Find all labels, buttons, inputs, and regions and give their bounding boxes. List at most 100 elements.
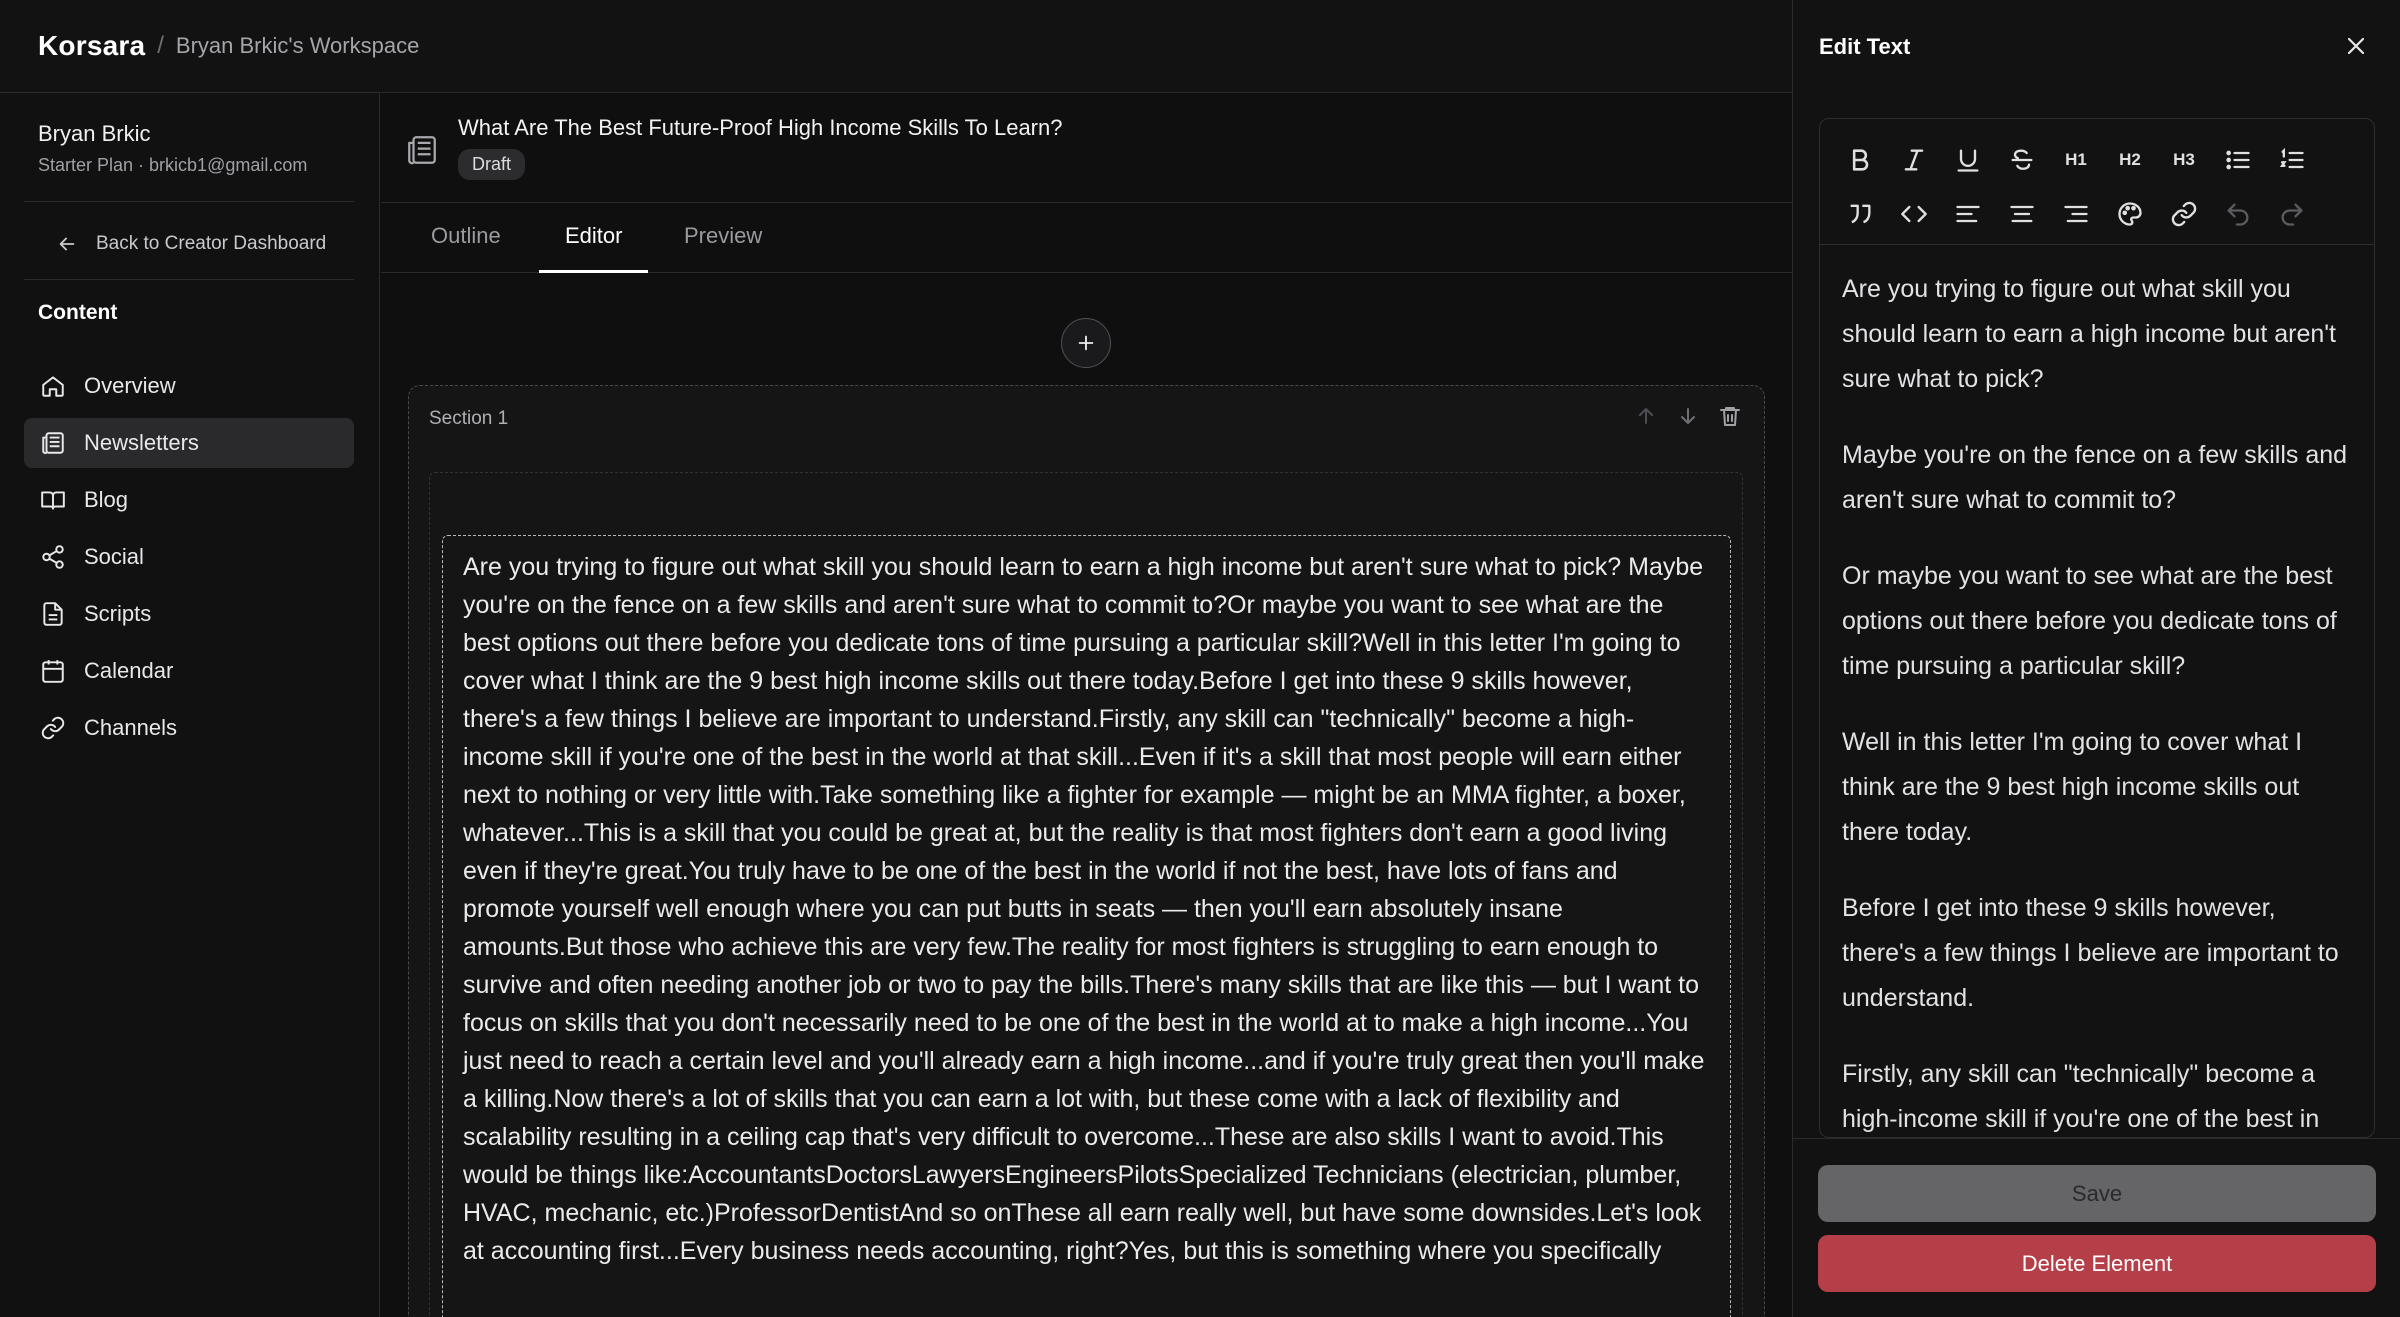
- bold-icon: [1852, 149, 1869, 171]
- align-right-icon: [2064, 205, 2088, 223]
- edit-text-panel: Edit Text H1 H2 H3 Are you trying to fig…: [1792, 0, 2400, 1317]
- heading-2-button[interactable]: H2: [2114, 144, 2146, 176]
- editor-paragraph: Maybe you're on the fence on a few skill…: [1842, 441, 2348, 514]
- underline-icon: [1957, 149, 1979, 172]
- ordered-list-button[interactable]: [2276, 144, 2308, 176]
- code-button[interactable]: [1898, 198, 1930, 230]
- arrow-up-icon: [1639, 408, 1653, 424]
- section-content-area: Are you trying to figure out what skill …: [429, 472, 1743, 1317]
- text-element-content: Are you trying to figure out what skill …: [463, 553, 1705, 1265]
- rich-text-editor: H1 H2 H3 Are you trying to figure out wh…: [1819, 118, 2375, 1138]
- strikethrough-icon: [2011, 149, 2033, 170]
- underline-button[interactable]: [1952, 144, 1984, 176]
- editor-paragraph: Or maybe you want to see what are the be…: [1842, 562, 2337, 680]
- editor-text-area[interactable]: Are you trying to figure out what skill …: [1820, 245, 2374, 1137]
- user-plan-email: Starter Plan · brkicb1@gmail.com: [38, 155, 308, 175]
- formatting-toolbar: H1 H2 H3: [1820, 119, 2374, 245]
- insert-link-button[interactable]: [2168, 198, 2200, 230]
- move-down-button[interactable]: [1676, 404, 1700, 428]
- document-title: What Are The Best Future-Proof High Inco…: [458, 115, 1063, 140]
- sidebar-item-social[interactable]: Social: [24, 532, 354, 582]
- sidebar-item-label: Scripts: [84, 601, 152, 626]
- link-icon: [2171, 201, 2197, 227]
- sidebar: Bryan Brkic Starter Plan · brkicb1@gmail…: [0, 93, 380, 1317]
- heading-1-icon: H1: [2065, 150, 2087, 169]
- text-element-selected[interactable]: Are you trying to figure out what skill …: [442, 535, 1731, 1317]
- sidebar-item-overview[interactable]: Overview: [24, 361, 354, 411]
- delete-element-button[interactable]: Delete Element: [1818, 1235, 2376, 1292]
- tab-outline[interactable]: Outline: [405, 203, 527, 273]
- ordered-list-icon: [2279, 147, 2304, 169]
- redo-button[interactable]: [2276, 198, 2308, 230]
- sidebar-item-label: Overview: [84, 373, 176, 398]
- italic-icon: [1904, 149, 1924, 171]
- bold-button[interactable]: [1844, 144, 1876, 176]
- toolbar-row-1: H1 H2 H3: [1832, 133, 2364, 187]
- home-icon: [42, 376, 64, 397]
- blockquote-icon: [1850, 204, 1871, 224]
- panel-footer: Save Delete Element: [1793, 1138, 2400, 1317]
- blockquote-button[interactable]: [1844, 198, 1876, 230]
- bullet-list-button[interactable]: [2222, 144, 2254, 176]
- breadcrumb-separator: /: [157, 32, 164, 59]
- divider: [24, 279, 354, 280]
- sidebar-item-label: Blog: [84, 487, 129, 512]
- add-section-button[interactable]: [1061, 318, 1111, 368]
- editor-paragraph: Before I get into these 9 skills however…: [1842, 894, 2339, 1012]
- heading-3-icon: H3: [2173, 150, 2195, 169]
- sidebar-item-blog[interactable]: Blog: [24, 475, 354, 525]
- undo-button[interactable]: [2222, 198, 2254, 230]
- heading-3-button[interactable]: H3: [2168, 144, 2200, 176]
- align-left-icon: [1956, 205, 1980, 223]
- strikethrough-button[interactable]: [2006, 144, 2038, 176]
- trash-icon: [1720, 407, 1740, 426]
- undo-icon: [2227, 203, 2249, 226]
- sidebar-item-newsletters[interactable]: Newsletters: [24, 418, 354, 468]
- bullet-list-icon: [2226, 150, 2250, 170]
- editor-paragraph: Firstly, any skill can "technically" bec…: [1842, 1060, 2320, 1133]
- sidebar-item-calendar[interactable]: Calendar: [24, 646, 354, 696]
- section-label: Section 1: [429, 408, 509, 429]
- panel-title: Edit Text: [1819, 34, 1911, 59]
- main-content: What Are The Best Future-Proof High Inco…: [381, 93, 1792, 1317]
- top-bar: Korsara / Bryan Brkic's Workspace: [0, 0, 1792, 93]
- sidebar-item-channels[interactable]: Channels: [24, 703, 354, 753]
- sidebar-nav: Overview Newsletters Blog Social Scripts…: [24, 361, 354, 760]
- sidebar-item-label: Calendar: [84, 658, 174, 683]
- delete-section-button[interactable]: [1718, 404, 1742, 428]
- newspaper-icon: [42, 432, 64, 454]
- heading-1-button[interactable]: H1: [2060, 144, 2092, 176]
- heading-2-icon: H2: [2119, 150, 2141, 169]
- italic-button[interactable]: [1898, 144, 1930, 176]
- sidebar-item-label: Newsletters: [84, 430, 199, 455]
- align-left-button[interactable]: [1952, 198, 1984, 230]
- palette-icon: [2118, 202, 2142, 226]
- book-icon: [41, 491, 65, 510]
- tab-preview[interactable]: Preview: [658, 203, 788, 273]
- sidebar-item-scripts[interactable]: Scripts: [24, 589, 354, 639]
- file-text-icon: [43, 602, 63, 626]
- brand-logo[interactable]: Korsara: [38, 30, 145, 62]
- save-button[interactable]: Save: [1818, 1165, 2376, 1222]
- newspaper-icon: [408, 136, 436, 165]
- share-icon: [42, 545, 64, 569]
- editor-paragraph: Are you trying to figure out what skill …: [1842, 275, 2336, 393]
- code-icon: [1901, 205, 1927, 223]
- tab-editor[interactable]: Editor: [539, 203, 649, 273]
- close-icon[interactable]: [2344, 34, 2368, 58]
- back-to-dashboard-link[interactable]: Back to Creator Dashboard: [56, 233, 326, 255]
- content-section-title: Content: [38, 301, 118, 324]
- user-info: Bryan Brkic Starter Plan · brkicb1@gmail…: [38, 121, 354, 176]
- sidebar-item-label: Channels: [84, 715, 177, 740]
- editor-paragraph: Well in this letter I'm going to cover w…: [1842, 728, 2303, 846]
- sidebar-item-label: Social: [84, 544, 144, 569]
- align-right-button[interactable]: [2060, 198, 2092, 230]
- section-tools: [1634, 404, 1742, 428]
- document-header: What Are The Best Future-Proof High Inco…: [381, 93, 1792, 203]
- editor-tabs: Outline Editor Preview: [381, 203, 1792, 273]
- text-color-button[interactable]: [2114, 198, 2146, 230]
- move-up-button[interactable]: [1634, 404, 1658, 428]
- back-link-label: Back to Creator Dashboard: [96, 233, 327, 254]
- workspace-name[interactable]: Bryan Brkic's Workspace: [176, 33, 419, 59]
- align-center-button[interactable]: [2006, 198, 2038, 230]
